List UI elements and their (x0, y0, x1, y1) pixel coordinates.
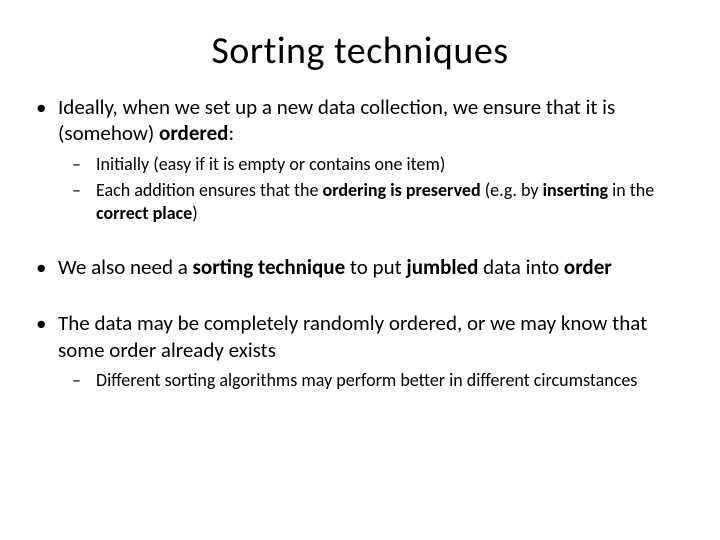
sub-bullet-text: in the (608, 179, 654, 201)
sub-bullet-item: Each addition ensures that the ordering … (58, 179, 690, 224)
bold-text: correct place (96, 202, 192, 224)
bold-text: sorting technique (193, 254, 346, 280)
sub-bullet-item: Different sorting algorithms may perform… (58, 369, 690, 392)
sub-bullet-text: Initially (easy if it is empty or contai… (96, 153, 445, 175)
bullet-text: data into (478, 254, 564, 280)
bold-text: order (564, 254, 612, 280)
sub-bullet-item: Initially (easy if it is empty or contai… (58, 153, 690, 176)
bold-text: inserting (543, 179, 608, 201)
bullet-text: Ideally, when we set up a new data colle… (58, 94, 615, 146)
bold-text: ordered (159, 120, 228, 146)
bullet-item: We also need a sorting technique to put … (30, 254, 690, 280)
sub-bullet-text: (e.g. by (481, 179, 543, 201)
bold-text: ordering is preserved (323, 179, 481, 201)
bullet-text: to put (345, 254, 406, 280)
bullet-text: The data may be completely randomly orde… (58, 310, 647, 362)
bullet-item: The data may be completely randomly orde… (30, 310, 690, 391)
slide-title: Sorting techniques (30, 28, 690, 74)
bullet-list: Ideally, when we set up a new data colle… (30, 94, 690, 391)
bullet-text: : (228, 120, 234, 146)
bullet-item: Ideally, when we set up a new data colle… (30, 94, 690, 224)
sub-bullet-list: Initially (easy if it is empty or contai… (58, 153, 690, 225)
sub-bullet-text: ) (192, 202, 197, 224)
bold-text: jumbled (406, 254, 478, 280)
slide: Sorting techniques Ideally, when we set … (0, 0, 720, 540)
bullet-text: We also need a (58, 254, 193, 280)
sub-bullet-text: Different sorting algorithms may perform… (96, 369, 637, 391)
sub-bullet-list: Different sorting algorithms may perform… (58, 369, 690, 392)
sub-bullet-text: Each addition ensures that the (96, 179, 323, 201)
